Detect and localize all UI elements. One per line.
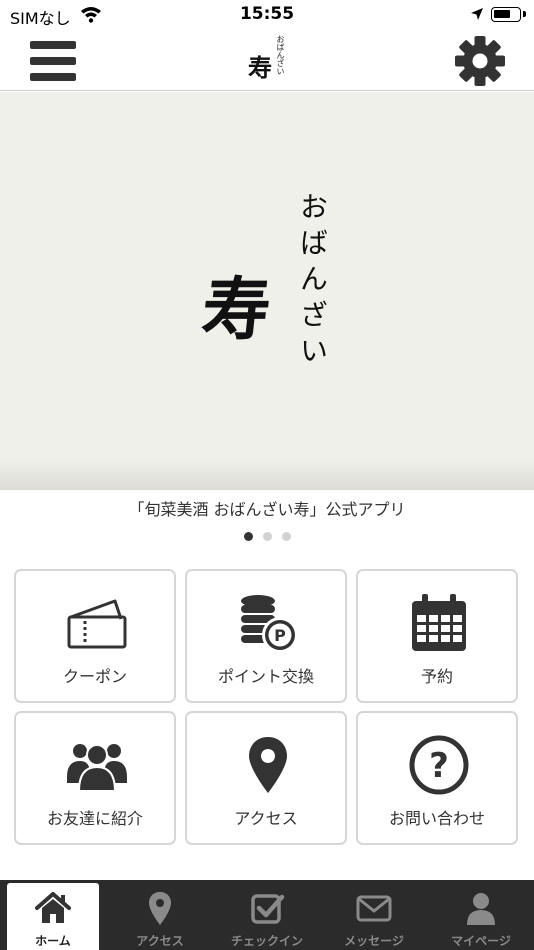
tile-label: お問い合わせ: [388, 809, 485, 828]
access-tile[interactable]: アクセス: [185, 711, 347, 845]
map-pin-icon: [149, 892, 171, 925]
hamburger-bar: [30, 73, 76, 81]
hamburger-bar: [30, 57, 76, 65]
status-time: 15:55: [239, 4, 295, 24]
header-logo: 寿 おばんざい: [245, 34, 291, 88]
tab-label: メッセージ: [344, 934, 404, 948]
tile-label: クーポン: [62, 667, 127, 686]
user-icon: [467, 893, 495, 925]
hero-caption: 「旬菜美酒 おばんざい寿」公式アプリ: [128, 500, 406, 519]
tab-label: ホーム: [35, 934, 71, 948]
tab-mypage[interactable]: マイページ: [435, 883, 527, 950]
svg-text:P: P: [274, 626, 286, 645]
tile-label: アクセス: [234, 809, 298, 828]
tile-label: 予約: [420, 667, 453, 686]
hero-shadow: [0, 460, 534, 490]
home-icon: [35, 892, 71, 923]
people-group-icon: [67, 744, 127, 792]
status-bar: SIMなし 15:55: [0, 0, 534, 30]
map-pin-icon: [249, 737, 287, 793]
calendar-icon: [412, 594, 466, 651]
app-header: 寿 おばんざい: [0, 30, 534, 91]
location-arrow-icon: [471, 8, 483, 20]
hero-logo-sub: おばんざい: [296, 192, 329, 372]
tab-message[interactable]: メッセージ: [328, 883, 420, 950]
tile-label: お友達に紹介: [46, 809, 143, 828]
question-circle-icon: ?: [409, 735, 469, 795]
carousel-dot[interactable]: [243, 532, 253, 541]
tab-home[interactable]: ホーム: [7, 883, 99, 950]
tab-checkin[interactable]: チェックイン: [221, 883, 313, 950]
tab-access[interactable]: アクセス: [114, 883, 206, 950]
carousel-dots: [0, 532, 534, 541]
carousel-dot[interactable]: [281, 532, 291, 541]
battery-cap: [523, 11, 526, 17]
tab-label: マイページ: [451, 934, 511, 948]
svg-text:?: ?: [429, 746, 449, 786]
checkbox-icon: [251, 894, 285, 924]
header-logo-main: 寿: [248, 53, 272, 82]
hamburger-menu-icon: [30, 41, 76, 49]
invite-friend-tile[interactable]: お友達に紹介: [14, 711, 176, 845]
header-logo-sub: おばんざい: [276, 35, 285, 75]
reservation-tile[interactable]: 予約: [356, 569, 518, 703]
tab-label: チェックイン: [230, 934, 303, 948]
tile-label: ポイント交換: [217, 667, 314, 686]
contact-tile[interactable]: ? お問い合わせ: [356, 711, 518, 845]
carousel-dot[interactable]: [262, 532, 272, 541]
ticket-icon: [67, 599, 127, 649]
battery-icon: [491, 7, 521, 22]
battery-level: [494, 10, 511, 18]
coupon-tile[interactable]: クーポン: [14, 569, 176, 703]
hero-logo: 寿 おばんざい: [195, 182, 345, 402]
gear-icon[interactable]: [454, 35, 506, 87]
bottom-tab-bar: ホーム アクセス チェックイン メッセージ マイページ: [0, 880, 534, 950]
point-exchange-tile[interactable]: P ポイント交換: [185, 569, 347, 703]
hero-logo-main: 寿: [198, 270, 275, 350]
coins-point-icon: P: [241, 595, 298, 653]
hero-banner[interactable]: 寿 おばんざい: [0, 92, 534, 490]
tab-label: アクセス: [136, 934, 184, 948]
menu-button[interactable]: [28, 39, 80, 83]
envelope-icon: [356, 895, 392, 922]
